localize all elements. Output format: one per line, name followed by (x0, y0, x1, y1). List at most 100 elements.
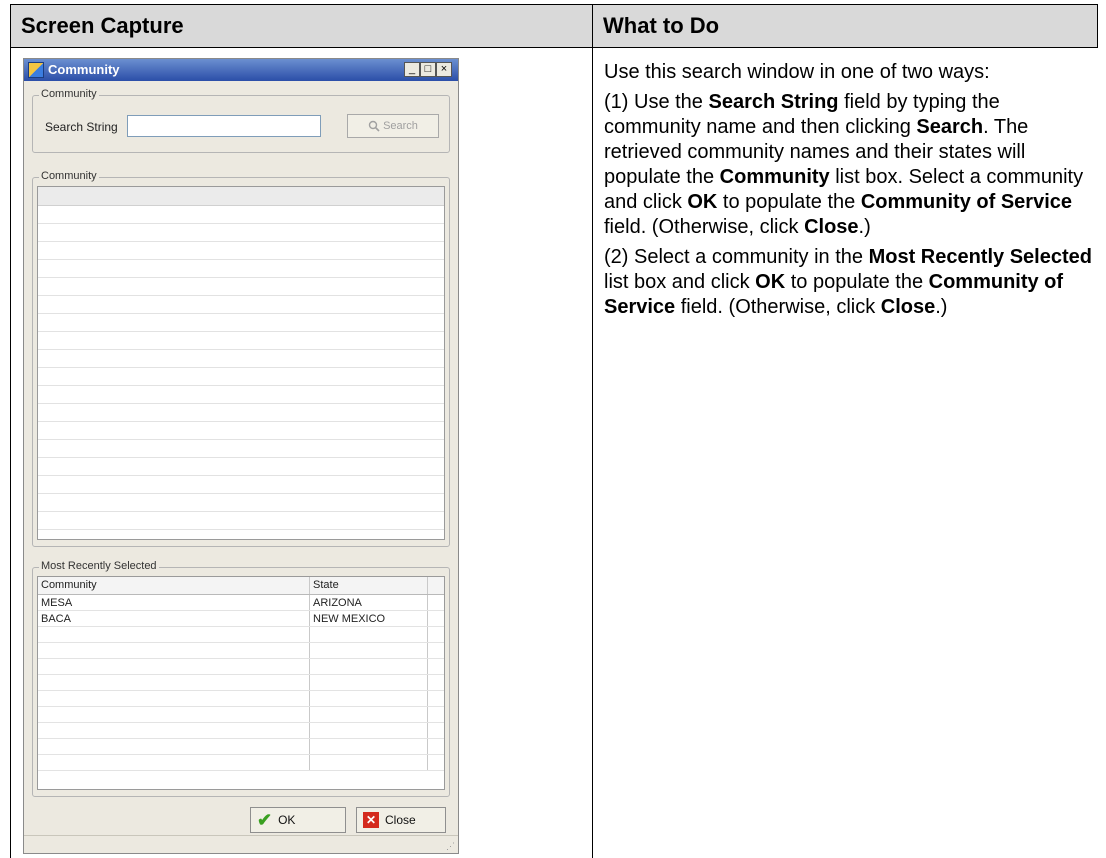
window-close-button[interactable]: × (436, 62, 452, 77)
close-button[interactable]: ✕ Close (356, 807, 446, 833)
cell-filler (428, 755, 444, 770)
table-row[interactable] (38, 659, 444, 675)
status-bar: ⋰ (24, 835, 458, 853)
minimize-button[interactable]: _ (404, 62, 420, 77)
list-item[interactable] (38, 494, 444, 512)
cell-state: ARIZONA (310, 595, 428, 610)
list-item[interactable] (38, 332, 444, 350)
search-group: Community Search String Search (32, 88, 450, 153)
table-row[interactable] (38, 739, 444, 755)
table-border-left (10, 4, 11, 858)
cell-community (38, 739, 310, 754)
window-titlebar: Community _ □ × (24, 59, 458, 81)
list-item[interactable] (38, 278, 444, 296)
list-item[interactable] (38, 404, 444, 422)
search-string-input[interactable] (127, 115, 321, 137)
cell-community (38, 627, 310, 642)
recent-group-legend: Most Recently Selected (39, 560, 159, 572)
community-list-legend: Community (39, 170, 99, 182)
column-header-community[interactable]: Community (38, 577, 310, 594)
close-button-label: Close (385, 813, 416, 827)
instruction-step-1: (1) Use the Search String field by typin… (604, 91, 1084, 238)
list-item[interactable] (38, 476, 444, 494)
cell-state (310, 627, 428, 642)
list-item[interactable] (38, 440, 444, 458)
list-item[interactable] (38, 386, 444, 404)
cell-community (38, 659, 310, 674)
recent-table-header: Community State (38, 577, 444, 595)
header-what-to-do: What to Do (603, 13, 720, 38)
list-header (38, 187, 444, 206)
resize-grip-icon[interactable]: ⋰ (446, 841, 455, 852)
maximize-button[interactable]: □ (420, 62, 436, 77)
table-row[interactable] (38, 675, 444, 691)
cell-filler (428, 659, 444, 674)
header-screen-capture: Screen Capture (21, 13, 184, 38)
table-row[interactable] (38, 643, 444, 659)
table-row[interactable]: BACA NEW MEXICO (38, 611, 444, 627)
close-x-icon: ✕ (363, 812, 379, 828)
search-button[interactable]: Search (347, 114, 439, 138)
cell-community: MESA (38, 595, 310, 610)
list-item[interactable] (38, 422, 444, 440)
cell-community: BACA (38, 611, 310, 626)
list-item[interactable] (38, 260, 444, 278)
table-row[interactable]: MESA ARIZONA (38, 595, 444, 611)
cell-state (310, 739, 428, 754)
list-item[interactable] (38, 206, 444, 224)
community-window: Community _ □ × Community Search String … (23, 58, 459, 854)
cell-filler (428, 595, 444, 610)
instruction-intro: Use this search window in one of two way… (604, 61, 990, 83)
table-row[interactable] (38, 691, 444, 707)
cell-community (38, 755, 310, 770)
app-icon (28, 62, 44, 78)
cell-community (38, 691, 310, 706)
recent-table: Community State MESA ARIZONA BACA NEW ME… (37, 576, 445, 790)
cell-state (310, 755, 428, 770)
column-header-filler (428, 577, 444, 594)
cell-community (38, 643, 310, 658)
cell-filler (428, 691, 444, 706)
window-title: Community (48, 62, 120, 77)
table-row[interactable] (38, 723, 444, 739)
recent-group: Most Recently Selected Community State M… (32, 560, 450, 797)
search-icon (368, 120, 380, 132)
list-item[interactable] (38, 224, 444, 242)
cell-filler (428, 739, 444, 754)
community-list-group: Community (32, 170, 450, 547)
table-row[interactable] (38, 755, 444, 771)
cell-filler (428, 627, 444, 642)
cell-filler (428, 611, 444, 626)
list-item[interactable] (38, 242, 444, 260)
cell-state (310, 707, 428, 722)
search-string-label: Search String (45, 120, 118, 134)
cell-state (310, 723, 428, 738)
list-item[interactable] (38, 350, 444, 368)
ok-button-label: OK (278, 813, 296, 827)
search-group-legend: Community (39, 88, 99, 100)
list-item[interactable] (38, 368, 444, 386)
instruction-step-2: (2) Select a community in the Most Recen… (604, 246, 1092, 318)
cell-filler (428, 675, 444, 690)
cell-state (310, 675, 428, 690)
ok-button[interactable]: ✔ OK (250, 807, 346, 833)
list-item[interactable] (38, 458, 444, 476)
cell-state (310, 643, 428, 658)
table-column-divider (592, 4, 593, 858)
column-header-state[interactable]: State (310, 577, 428, 594)
checkmark-icon: ✔ (257, 810, 273, 830)
table-row[interactable] (38, 627, 444, 643)
community-list-box[interactable] (37, 186, 445, 540)
list-item[interactable] (38, 296, 444, 314)
cell-state (310, 691, 428, 706)
instructions-cell: Use this search window in one of two way… (604, 60, 1094, 325)
cell-state (310, 659, 428, 674)
cell-community (38, 723, 310, 738)
cell-filler (428, 707, 444, 722)
cell-community (38, 707, 310, 722)
list-item[interactable] (38, 314, 444, 332)
cell-filler (428, 723, 444, 738)
list-item[interactable] (38, 512, 444, 530)
table-row[interactable] (38, 707, 444, 723)
table-header-row: Screen Capture What to Do (10, 4, 1098, 48)
